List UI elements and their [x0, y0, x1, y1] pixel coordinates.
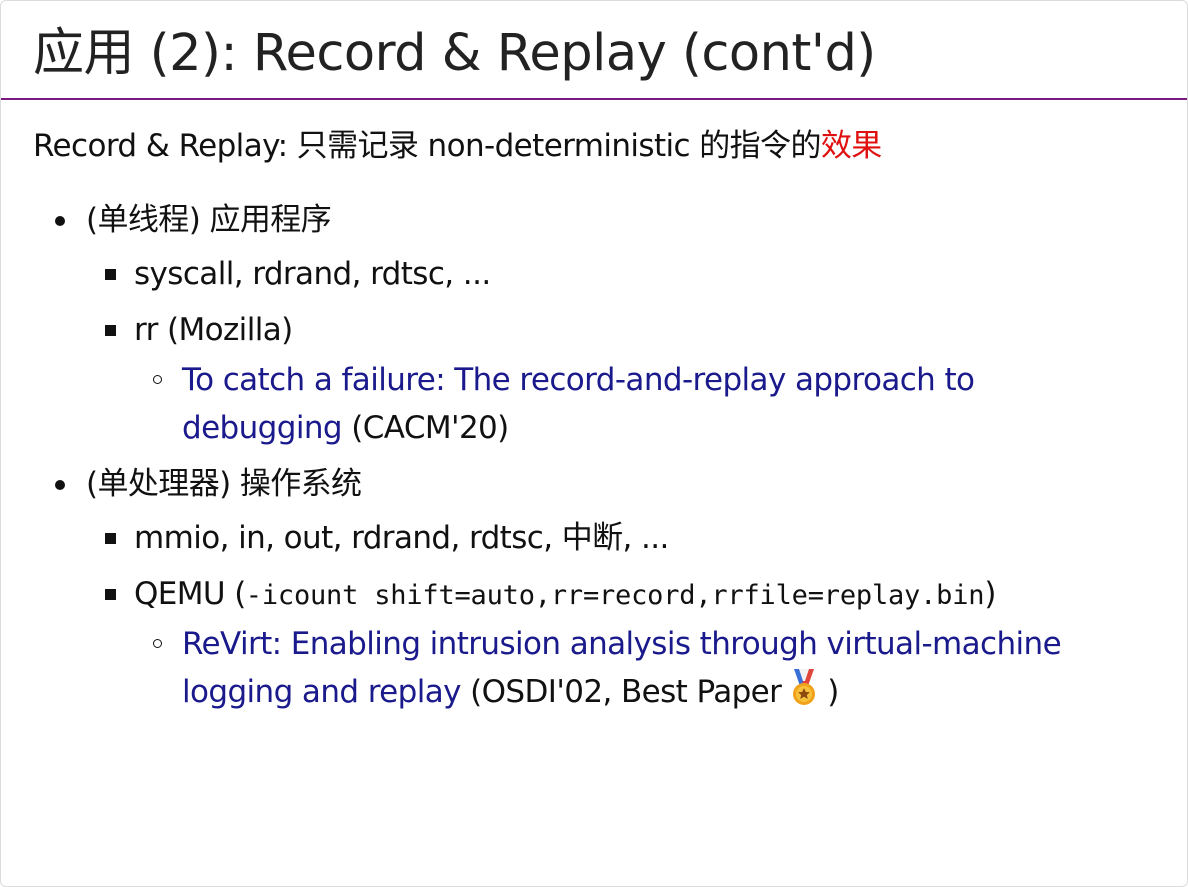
bullet-list: (单线程) 应用程序 syscall, rdrand, rdtsc, ... r… — [53, 196, 1102, 728]
list-item-label: (单处理器) 操作系统 — [86, 466, 362, 503]
qemu-close-paren: ) — [984, 576, 996, 613]
sub-item-label: syscall, rdrand, rdtsc, ... — [134, 256, 491, 293]
slide: 应用 (2): Record & Replay (cont'd) Record … — [0, 0, 1188, 887]
reference-list: ReVirt: Enabling intrusion analysis thro… — [134, 620, 1102, 720]
reference-item: ReVirt: Enabling intrusion analysis thro… — [134, 620, 1102, 720]
list-item: (单线程) 应用程序 syscall, rdrand, rdtsc, ... r… — [53, 196, 1102, 452]
intro-line: Record & Replay: 只需记录 non-deterministic … — [33, 127, 882, 166]
qemu-command-code: -icount shift=auto,rr=record,rrfile=repl… — [245, 580, 985, 612]
sub-item-label: rr (Mozilla) — [134, 312, 293, 349]
bullet-square — [105, 325, 116, 337]
sub-item-label: mmio, in, out, rdrand, rdtsc, 中断, ... — [134, 520, 669, 557]
reference-item: To catch a failure: The record-and-repla… — [134, 356, 1102, 452]
bullet-square — [105, 269, 116, 281]
qemu-label: QEMU ( — [134, 576, 246, 613]
bullet-square — [105, 533, 116, 545]
bullet-square — [105, 589, 116, 601]
bullet-circle — [153, 639, 162, 649]
list-item: (单处理器) 操作系统 mmio, in, out, rdrand, rdtsc… — [53, 460, 1102, 720]
venue-close-paren: ) — [827, 674, 839, 711]
list-item-label: (单线程) 应用程序 — [86, 202, 332, 238]
medal-icon — [787, 668, 821, 720]
sub-list-item: QEMU (-icount shift=auto,rr=record,rrfil… — [86, 570, 1102, 720]
sub-list-item: mmio, in, out, rdrand, rdtsc, 中断, ... — [86, 514, 1102, 562]
bullet-dot — [55, 216, 65, 226]
title-divider — [1, 98, 1187, 100]
reference-list: To catch a failure: The record-and-repla… — [134, 356, 1102, 452]
venue-label: (CACM'20) — [341, 410, 509, 447]
paper-link-rr[interactable]: To catch a failure: The record-and-repla… — [182, 362, 975, 446]
venue-label: (OSDI'02, Best Paper — [460, 674, 782, 711]
sub-item-label-qemu: QEMU (-icount shift=auto,rr=record,rrfil… — [134, 570, 1102, 618]
bullet-circle — [153, 375, 162, 385]
sub-list: mmio, in, out, rdrand, rdtsc, 中断, ... QE… — [86, 514, 1102, 720]
intro-text: Record & Replay: 只需记录 non-deterministic … — [33, 128, 821, 164]
page-title: 应用 (2): Record & Replay (cont'd) — [33, 24, 876, 83]
bullet-dot — [55, 480, 65, 491]
sub-list-item: rr (Mozilla) To catch a failure: The rec… — [86, 306, 1102, 452]
intro-highlight: 效果 — [820, 128, 882, 164]
sub-list: syscall, rdrand, rdtsc, ... rr (Mozilla)… — [86, 250, 1102, 452]
sub-list-item: syscall, rdrand, rdtsc, ... — [86, 250, 1102, 298]
